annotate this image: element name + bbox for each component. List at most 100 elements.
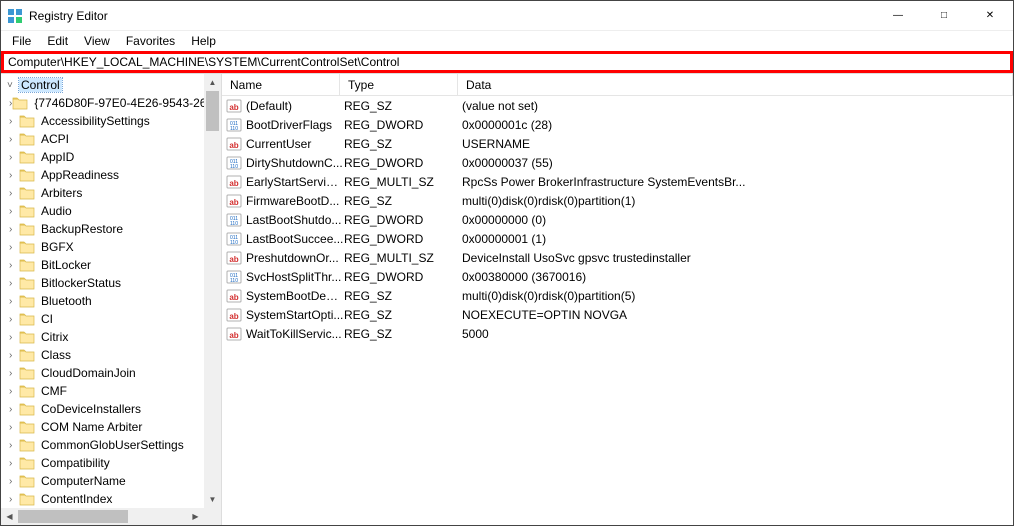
tree-item[interactable]: › BitLocker — [1, 256, 221, 274]
address-bar[interactable]: Computer\HKEY_LOCAL_MACHINE\SYSTEM\Curre… — [1, 51, 1013, 73]
scroll-up-arrow[interactable]: ▲ — [204, 74, 221, 91]
scroll-left-arrow[interactable]: ◀ — [1, 508, 18, 525]
tree-item[interactable]: ›Citrix — [1, 328, 221, 346]
expand-icon[interactable]: › — [9, 494, 19, 505]
maximize-button[interactable]: □ — [921, 1, 967, 31]
tree-item[interactable]: ›COM Name Arbiter — [1, 418, 221, 436]
value-row[interactable]: CurrentUserREG_SZUSERNAME — [222, 134, 1013, 153]
folder-icon — [19, 456, 35, 470]
tree-item[interactable]: ›CloudDomainJoin — [1, 364, 221, 382]
expand-icon[interactable]: › — [9, 296, 19, 307]
tree-item[interactable]: ›ContentIndex — [1, 490, 221, 508]
value-name: (Default) — [246, 99, 344, 113]
tree-item[interactable]: › ACPI — [1, 130, 221, 148]
expand-icon[interactable]: › — [9, 116, 19, 127]
column-header-type[interactable]: Type — [340, 74, 458, 95]
tree-item[interactable]: › AccessibilitySettings — [1, 112, 221, 130]
expand-icon[interactable]: › — [9, 278, 19, 289]
tree-item-label: BitLocker — [39, 258, 93, 272]
tree-horizontal-scrollbar[interactable]: ◀ ▶ — [1, 508, 204, 525]
expand-icon[interactable]: › — [9, 476, 19, 487]
tree-item-label: ComputerName — [39, 474, 128, 488]
value-row[interactable]: DirtyShutdownC...REG_DWORD0x00000037 (55… — [222, 153, 1013, 172]
column-header-name[interactable]: Name — [222, 74, 340, 95]
menu-edit[interactable]: Edit — [40, 32, 75, 50]
tree-item-control[interactable]: ˅ Control — [1, 76, 221, 94]
tree-item-label: BackupRestore — [39, 222, 125, 236]
tree-item[interactable]: ›CMF — [1, 382, 221, 400]
folder-icon — [19, 258, 35, 272]
expand-icon[interactable]: › — [9, 134, 19, 145]
column-headers: Name Type Data — [222, 74, 1013, 96]
minimize-button[interactable]: — — [875, 1, 921, 31]
column-header-data[interactable]: Data — [458, 74, 1013, 95]
menu-file[interactable]: File — [5, 32, 38, 50]
value-row[interactable]: EarlyStartServicesREG_MULTI_SZRpcSs Powe… — [222, 172, 1013, 191]
expand-icon[interactable]: › — [9, 422, 19, 433]
main-area: ˅ Control ›{7746D80F-97E0-4E26-9543-26B4… — [1, 73, 1013, 525]
tree-item[interactable]: ›Arbiters — [1, 184, 221, 202]
tree-item[interactable]: ›Audio — [1, 202, 221, 220]
expand-icon[interactable]: › — [9, 260, 19, 271]
expand-icon[interactable]: › — [9, 188, 19, 199]
expand-icon[interactable]: › — [9, 206, 19, 217]
expand-icon[interactable]: › — [9, 242, 19, 253]
expand-icon[interactable]: › — [9, 386, 19, 397]
value-row[interactable]: LastBootSuccee...REG_DWORD0x00000001 (1) — [222, 229, 1013, 248]
value-row[interactable]: WaitToKillServic...REG_SZ5000 — [222, 324, 1013, 343]
folder-icon — [19, 222, 35, 236]
tree-item[interactable]: ›AppReadiness — [1, 166, 221, 184]
tree-item[interactable]: ›Class — [1, 346, 221, 364]
scroll-right-arrow[interactable]: ▶ — [187, 508, 204, 525]
value-row[interactable]: SystemStartOpti...REG_SZ NOEXECUTE=OPTIN… — [222, 305, 1013, 324]
folder-icon — [19, 294, 35, 308]
expand-icon[interactable]: › — [9, 350, 19, 361]
tree-item[interactable]: › BackupRestore — [1, 220, 221, 238]
tree-item[interactable]: ›CI — [1, 310, 221, 328]
value-row[interactable]: PreshutdownOr...REG_MULTI_SZDeviceInstal… — [222, 248, 1013, 267]
scroll-thumb-h[interactable] — [18, 510, 128, 523]
expand-icon[interactable]: › — [9, 368, 19, 379]
value-data: 0x00380000 (3670016) — [462, 270, 1013, 284]
expand-icon[interactable]: › — [9, 170, 19, 181]
close-button[interactable]: ✕ — [967, 1, 1013, 31]
menu-help[interactable]: Help — [184, 32, 223, 50]
values-list: (Default)REG_SZ(value not set)BootDriver… — [222, 96, 1013, 525]
expand-icon[interactable]: › — [9, 458, 19, 469]
scroll-down-arrow[interactable]: ▼ — [204, 491, 221, 508]
tree-item[interactable]: ›Bluetooth — [1, 292, 221, 310]
value-row[interactable]: FirmwareBootD...REG_SZmulti(0)disk(0)rdi… — [222, 191, 1013, 210]
menu-favorites[interactable]: Favorites — [119, 32, 182, 50]
tree-vertical-scrollbar[interactable]: ▲ ▼ — [204, 74, 221, 508]
tree-item[interactable]: ›Compatibility — [1, 454, 221, 472]
expand-icon[interactable]: › — [9, 440, 19, 451]
expand-icon[interactable]: › — [9, 314, 19, 325]
value-row[interactable]: (Default)REG_SZ(value not set) — [222, 96, 1013, 115]
expand-collapse-icon[interactable]: ˅ — [7, 80, 17, 91]
expand-icon[interactable]: › — [9, 404, 19, 415]
value-name: SystemStartOpti... — [246, 308, 344, 322]
tree-item[interactable]: ›BitlockerStatus — [1, 274, 221, 292]
value-type: REG_SZ — [344, 99, 462, 113]
tree-item-label: ACPI — [39, 132, 71, 146]
value-data: 0x0000001c (28) — [462, 118, 1013, 132]
tree-item[interactable]: ›AppID — [1, 148, 221, 166]
expand-icon[interactable]: › — [9, 224, 19, 235]
value-row[interactable]: BootDriverFlagsREG_DWORD0x0000001c (28) — [222, 115, 1013, 134]
tree-item-label: AccessibilitySettings — [39, 114, 152, 128]
value-row[interactable]: SvcHostSplitThr...REG_DWORD0x00380000 (3… — [222, 267, 1013, 286]
value-row[interactable]: LastBootShutdo...REG_DWORD0x00000000 (0) — [222, 210, 1013, 229]
tree-item[interactable]: ›CommonGlobUserSettings — [1, 436, 221, 454]
tree-item[interactable]: ›CoDeviceInstallers — [1, 400, 221, 418]
tree-item[interactable]: ›BGFX — [1, 238, 221, 256]
scroll-thumb-v[interactable] — [206, 91, 219, 131]
reg-string-icon — [226, 250, 242, 266]
value-row[interactable]: SystemBootDevi...REG_SZmulti(0)disk(0)rd… — [222, 286, 1013, 305]
expand-icon[interactable]: › — [9, 332, 19, 343]
tree-item[interactable]: › ComputerName — [1, 472, 221, 490]
value-data: 5000 — [462, 327, 1013, 341]
value-name: FirmwareBootD... — [246, 194, 344, 208]
tree-item[interactable]: ›{7746D80F-97E0-4E26-9543-26B41 — [1, 94, 221, 112]
menu-view[interactable]: View — [77, 32, 117, 50]
expand-icon[interactable]: › — [9, 152, 19, 163]
